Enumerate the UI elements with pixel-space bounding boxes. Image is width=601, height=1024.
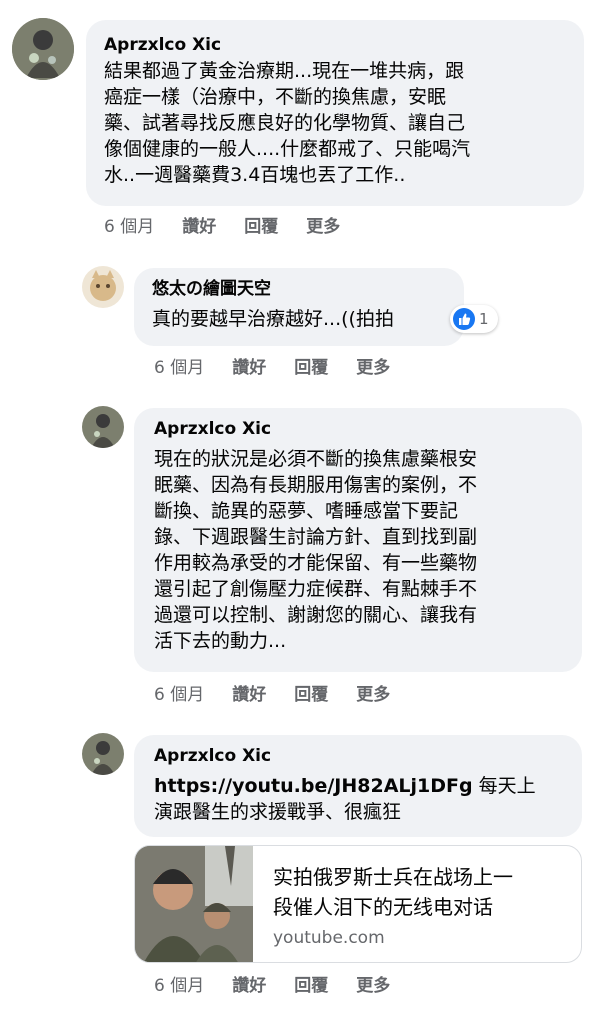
comment-author[interactable]: Aprzxlco Xic	[154, 418, 562, 440]
more-button[interactable]: 更多	[356, 680, 390, 705]
comment-text: 結果都過了黃金治療期...現在一堆共病，跟 癌症一樣（治療中，不斷的換焦慮，安眠…	[104, 60, 471, 186]
thumbnail-image	[135, 846, 253, 962]
link-preview-domain: youtube.com	[273, 928, 385, 948]
comment-text: 真的要越早治療越好...((拍拍	[152, 308, 394, 330]
comment-bubble: Aprzxlco Xic https://youtu.be/JH82ALj1DF…	[134, 735, 582, 837]
more-button[interactable]: 更多	[356, 353, 390, 378]
comment-actions: 6 個月 讚好 回覆 更多	[154, 680, 418, 705]
comment-bubble: Aprzxlco Xic 結果都過了黃金治療期...現在一堆共病，跟 癌症一樣（…	[86, 20, 584, 206]
reply-button[interactable]: 回覆	[294, 353, 328, 378]
reply-button[interactable]: 回覆	[294, 680, 328, 705]
comment-bubble: Aprzxlco Xic 現在的狀況是必須不斷的換焦慮藥根安 眠藥、因為有長期服…	[134, 408, 582, 672]
comment-link[interactable]: https://youtu.be/JH82ALj1DFg	[154, 775, 473, 797]
comment-time[interactable]: 6 個月	[104, 212, 154, 237]
reply-button[interactable]: 回覆	[244, 212, 278, 237]
avatar[interactable]	[82, 266, 124, 308]
reaction-count: 1	[479, 310, 489, 328]
comment-text: https://youtu.be/JH82ALj1DFg 每天上 演跟醫生的求援…	[154, 773, 562, 825]
like-reaction-icon	[453, 308, 475, 330]
avatar-image	[82, 733, 124, 775]
comment-actions: 6 個月 讚好 回覆 更多	[104, 212, 368, 237]
avatar[interactable]	[82, 406, 124, 448]
like-button[interactable]: 讚好	[182, 212, 216, 237]
like-button[interactable]: 讚好	[232, 971, 266, 996]
comment-author[interactable]: Aprzxlco Xic	[154, 745, 562, 767]
more-button[interactable]: 更多	[356, 971, 390, 996]
reply-button[interactable]: 回覆	[294, 971, 328, 996]
avatar[interactable]	[12, 18, 74, 80]
comment-author[interactable]: 悠太の繪圖天空	[152, 278, 446, 300]
link-preview-card[interactable]: 实拍俄罗斯士兵在战场上一 段催人泪下的无线电对话 youtube.com	[134, 845, 582, 963]
comment-time[interactable]: 6 個月	[154, 680, 204, 705]
avatar-image	[82, 266, 124, 308]
like-button[interactable]: 讚好	[232, 680, 266, 705]
avatar-image	[82, 406, 124, 448]
avatar-image	[12, 18, 74, 80]
reaction-badge[interactable]: 1	[450, 305, 498, 333]
link-preview-title[interactable]: 实拍俄罗斯士兵在战场上一 段催人泪下的无线电对话	[273, 862, 573, 922]
comment-time[interactable]: 6 個月	[154, 971, 204, 996]
avatar[interactable]	[82, 733, 124, 775]
video-thumbnail	[135, 846, 253, 962]
comment-actions: 6 個月 讚好 回覆 更多	[154, 353, 418, 378]
comment-text: 現在的狀況是必須不斷的換焦慮藥根安 眠藥、因為有長期服用傷害的案例，不 斷換、詭…	[154, 448, 478, 652]
like-button[interactable]: 讚好	[232, 353, 266, 378]
comment-author[interactable]: Aprzxlco Xic	[104, 34, 566, 56]
comment-time[interactable]: 6 個月	[154, 353, 204, 378]
comment-actions: 6 個月 讚好 回覆 更多	[154, 971, 418, 996]
comment-bubble: 悠太の繪圖天空 真的要越早治療越好...((拍拍	[134, 268, 464, 346]
more-button[interactable]: 更多	[306, 212, 340, 237]
